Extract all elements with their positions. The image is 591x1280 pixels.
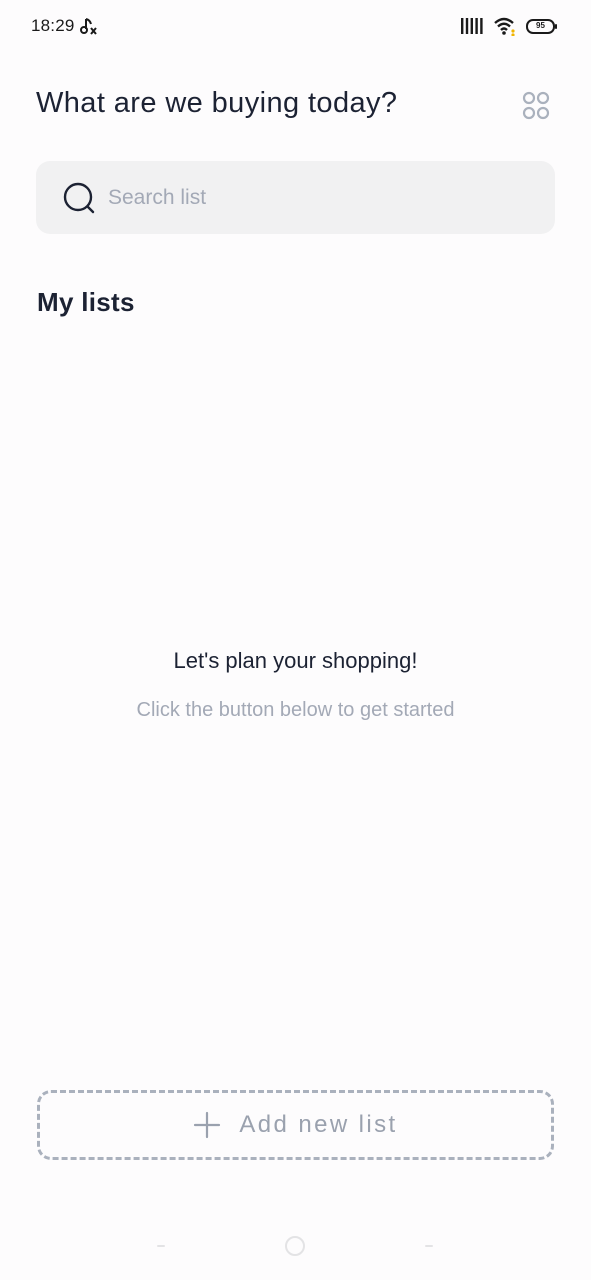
plus-icon [194,1111,221,1139]
add-new-list-button[interactable]: Add new list [37,1090,554,1160]
status-bar: 18:29 95 [0,0,591,52]
add-new-list-label: Add new list [239,1111,398,1138]
music-muted-icon [80,18,97,35]
status-icons: 95 [460,15,557,37]
search-input[interactable] [108,161,538,234]
wifi-icon [494,17,515,36]
search-bar[interactable] [36,161,555,234]
battery-icon: 95 [526,18,557,34]
signal-icon [461,18,483,34]
nav-back-icon[interactable] [157,1245,165,1247]
nav-home-icon[interactable] [285,1236,305,1256]
battery-level: 95 [536,21,545,30]
my-lists-heading: My lists [37,287,135,317]
empty-state-subtitle: Click the button below to get started [136,699,455,721]
search-icon [63,182,95,214]
grid-dots-icon[interactable] [518,88,554,124]
status-time: 18:29 [31,16,75,35]
system-nav-bar [0,1225,591,1270]
page-title: What are we buying today? [36,87,398,119]
empty-state-title: Let's plan your shopping! [173,648,418,673]
nav-recent-icon[interactable] [425,1245,433,1247]
